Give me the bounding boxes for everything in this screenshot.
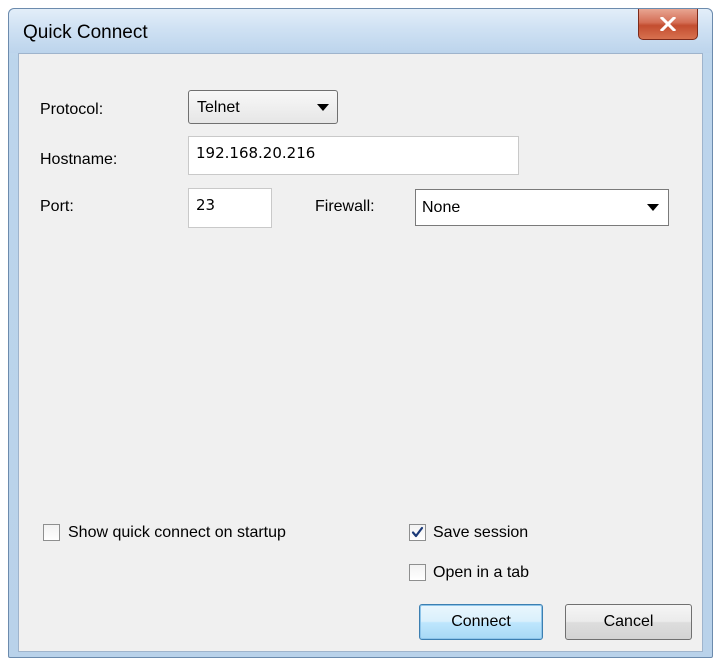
firewall-select[interactable]: None: [415, 189, 669, 226]
protocol-value: Telnet: [197, 99, 240, 116]
hostname-input[interactable]: 192.168.20.216: [188, 136, 519, 175]
checkmark-icon: [411, 526, 424, 538]
protocol-select[interactable]: Telnet: [188, 90, 338, 124]
close-icon: [660, 17, 676, 31]
show-on-startup-checkbox[interactable]: [43, 524, 60, 541]
open-in-tab-label: Open in a tab: [433, 564, 530, 581]
firewall-label: Firewall:: [315, 198, 375, 215]
show-on-startup-label: Show quick connect on startup: [68, 524, 286, 541]
hostname-label: Hostname:: [40, 151, 118, 168]
open-in-tab-checkbox[interactable]: [409, 564, 426, 581]
cancel-button[interactable]: Cancel: [565, 604, 692, 640]
protocol-label: Protocol:: [40, 101, 104, 118]
firewall-value: None: [422, 199, 461, 216]
port-label: Port:: [40, 198, 74, 215]
save-session-checkbox[interactable]: [409, 524, 426, 541]
connect-button[interactable]: Connect: [419, 604, 543, 640]
save-session-label: Save session: [433, 524, 529, 541]
dialog-body: Protocol: Telnet Hostname: 192.168.20.21…: [18, 53, 703, 652]
chevron-down-icon: [317, 104, 329, 111]
title-bar[interactable]: Quick Connect: [9, 9, 712, 53]
quick-connect-dialog: Quick Connect Protocol: Telnet Hostname:…: [8, 8, 713, 658]
window-title: Quick Connect: [23, 22, 148, 43]
hostname-value: 192.168.20.216: [196, 144, 316, 162]
port-value: 23: [196, 196, 216, 214]
chevron-down-icon: [647, 204, 659, 211]
close-button[interactable]: [638, 9, 698, 40]
port-input[interactable]: 23: [188, 188, 272, 228]
